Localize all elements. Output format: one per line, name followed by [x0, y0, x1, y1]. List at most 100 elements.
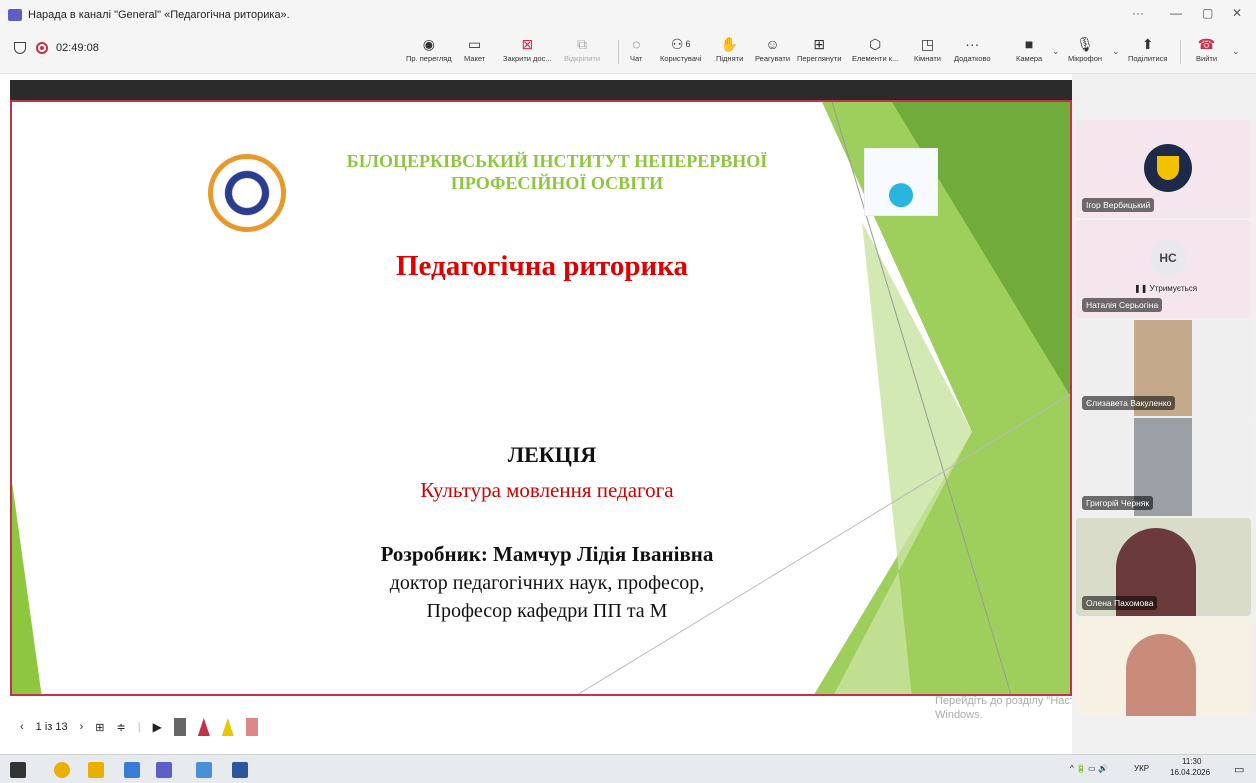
- pop-out-icon: ⧉: [577, 35, 588, 52]
- shared-content-stage: БІЛОЦЕРКІВСЬКИЙ ІНСТИТУТ НЕПЕРЕРВНОЇ ПРО…: [0, 74, 1072, 754]
- next-slide-icon[interactable]: ›: [80, 721, 84, 733]
- video-feed: [1126, 634, 1196, 716]
- people-icon: ⚇ 6: [670, 35, 691, 52]
- grid-view-icon[interactable]: ⊞: [95, 721, 104, 734]
- education-logo: [864, 148, 938, 216]
- highlighter-icon[interactable]: [221, 718, 234, 736]
- notifications-icon[interactable]: ▭: [1234, 763, 1244, 776]
- grid-icon: ⊞: [813, 35, 826, 52]
- recording-indicator: 02:49:08: [14, 42, 99, 54]
- recording-icon: [36, 42, 48, 54]
- page-indicator: 1 із 13: [35, 721, 68, 733]
- participant-panel: Ігор Вербицький НС ❚❚ Утримується Наталі…: [1072, 74, 1256, 754]
- rooms-button[interactable]: ◳ Кімнати: [914, 34, 941, 70]
- slide-institution: БІЛОЦЕРКІВСЬКИЙ ІНСТИТУТ НЕПЕРЕРВНОЇ ПРО…: [346, 151, 768, 193]
- layout-button[interactable]: ▭ Макет: [464, 34, 485, 70]
- institute-logo: [208, 154, 286, 232]
- toolbar-divider: [618, 40, 619, 64]
- stage-header-bar: [10, 80, 1072, 100]
- hold-status: ❚❚ Утримується: [1134, 284, 1198, 293]
- title-bar: Нарада в каналі "General" «Педагогічна р…: [0, 0, 1256, 30]
- settings-icon[interactable]: ≑: [117, 721, 126, 734]
- slide-subtitle: Культура мовлення педагога: [420, 478, 674, 502]
- stop-sharing-button[interactable]: ⊠ Закрити дос...: [503, 34, 552, 70]
- microphone-options-chevron-icon[interactable]: ⌄: [1112, 46, 1120, 57]
- participant-name: Ігор Вербицький: [1082, 198, 1155, 212]
- teams-icon: [8, 9, 22, 21]
- view-button[interactable]: ⊞ Переглянути: [797, 34, 841, 70]
- more-button[interactable]: ··· Додатково: [954, 34, 991, 70]
- meeting-toolbar: 02:49:08 ◉ Пр. перегляд ▭ Макет ⊠ Закрити д…: [0, 30, 1256, 74]
- avatar: [1144, 144, 1192, 192]
- teams-meeting-window: Нарада в каналі "General" «Педагогічна р…: [0, 0, 1256, 783]
- avatar: НС: [1150, 240, 1186, 276]
- participant-tile[interactable]: Олена Пахомова: [1076, 518, 1251, 616]
- window-title: Нарада в каналі "General" «Педагогічна р…: [28, 9, 290, 21]
- participant-tile[interactable]: [1076, 618, 1251, 716]
- participant-tile[interactable]: Єлизавета Вакуленко: [1076, 320, 1251, 416]
- close-share-icon: ⊠: [521, 35, 534, 52]
- controls-button[interactable]: ⬡ Елементи к...: [852, 34, 898, 70]
- shield-icon: [14, 42, 26, 54]
- controls-divider: |: [137, 721, 141, 733]
- microphone-icon: 🎙: [1076, 35, 1094, 52]
- language-indicator[interactable]: УКР: [1134, 764, 1149, 773]
- clock-date[interactable]: 16.04.2026: [1170, 768, 1210, 777]
- participant-tile[interactable]: Григорій Черняк: [1076, 418, 1251, 516]
- share-button[interactable]: ⬆ Поділитися: [1128, 34, 1167, 70]
- slide-author: Розробник: Мамчур Лідія Іванівна: [380, 542, 714, 566]
- microphone-button[interactable]: 🎙 Мікрофон: [1068, 34, 1102, 70]
- smile-icon: ☺: [765, 36, 780, 52]
- leave-options-chevron-icon[interactable]: ⌄: [1232, 46, 1240, 57]
- pen-tool-icon[interactable]: [173, 718, 186, 736]
- participant-name: Григорій Черняк: [1082, 496, 1154, 510]
- leave-button[interactable]: ☎ Вийти: [1196, 34, 1217, 70]
- slide-author-degree: доктор педагогічних наук, професор,: [389, 572, 705, 594]
- hang-up-icon: ☎: [1197, 35, 1216, 52]
- raise-hand-button[interactable]: ✋ Підняти: [716, 34, 743, 70]
- file-explorer-icon[interactable]: [88, 762, 104, 778]
- restore-button[interactable]: ▢: [1202, 6, 1213, 20]
- preview-button[interactable]: ◉ Пр. перегляд: [406, 34, 452, 70]
- word-icon[interactable]: [232, 762, 248, 778]
- people-button[interactable]: ⚇ 6 Користувачі: [660, 34, 701, 70]
- more-options-icon[interactable]: ···: [1132, 6, 1144, 20]
- more-icon: ···: [965, 36, 980, 52]
- react-button[interactable]: ☺ Реагувати: [755, 34, 790, 70]
- eraser-icon[interactable]: [245, 718, 258, 736]
- clock-time[interactable]: 11:30: [1182, 757, 1201, 766]
- camera-button[interactable]: ■ Камера: [1016, 34, 1042, 70]
- red-pen-icon[interactable]: [197, 718, 210, 736]
- tray-icons[interactable]: ^ 🔋 ▭ 🔊: [1070, 764, 1108, 773]
- chat-button[interactable]: ◌ Чат: [630, 34, 642, 70]
- chrome-icon[interactable]: [54, 762, 70, 778]
- toolbar-divider-2: [1180, 40, 1181, 64]
- teams-taskbar-icon[interactable]: [156, 762, 172, 778]
- windows-taskbar: ^ 🔋 ▭ 🔊 УКР 11:30 16.04.2026 ▭: [0, 754, 1256, 783]
- slide-title: Педагогічна риторика: [395, 250, 688, 282]
- slide-author-position: Професор кафедри ПП та М: [426, 600, 668, 622]
- participant-tile[interactable]: НС ❚❚ Утримується Наталія Серьогіна: [1076, 220, 1251, 318]
- start-icon[interactable]: [10, 762, 26, 778]
- participant-name: Єлизавета Вакуленко: [1082, 396, 1176, 410]
- pointer-tool-icon[interactable]: ▶: [153, 720, 162, 734]
- rooms-icon: ◳: [920, 35, 935, 52]
- meeting-timer: 02:49:08: [56, 42, 99, 54]
- share-icon: ⬆: [1141, 35, 1154, 52]
- camera-icon: ■: [1024, 36, 1034, 52]
- previous-slide-icon[interactable]: ‹: [20, 721, 24, 733]
- minimize-button[interactable]: —: [1170, 6, 1182, 20]
- close-button[interactable]: ✕: [1232, 6, 1242, 20]
- app-icon[interactable]: [196, 762, 212, 778]
- participant-count: 6: [685, 39, 691, 49]
- participant-tile[interactable]: Ігор Вербицький: [1076, 120, 1251, 218]
- participant-name: Наталія Серьогіна: [1082, 298, 1163, 312]
- shared-slide: БІЛОЦЕРКІВСЬКИЙ ІНСТИТУТ НЕПЕРЕРВНОЇ ПРО…: [10, 100, 1072, 696]
- eye-icon: ◉: [422, 35, 435, 52]
- camera-options-chevron-icon[interactable]: ⌄: [1052, 46, 1060, 57]
- presenter-controls: ‹ 1 із 13 › ⊞ ≑ | ▶: [20, 718, 270, 736]
- participant-name: Олена Пахомова: [1082, 596, 1158, 610]
- pop-out-button[interactable]: ⧉ Відкріпити: [564, 34, 600, 70]
- apps-icon: ⬡: [869, 35, 882, 52]
- app-icon[interactable]: [124, 762, 140, 778]
